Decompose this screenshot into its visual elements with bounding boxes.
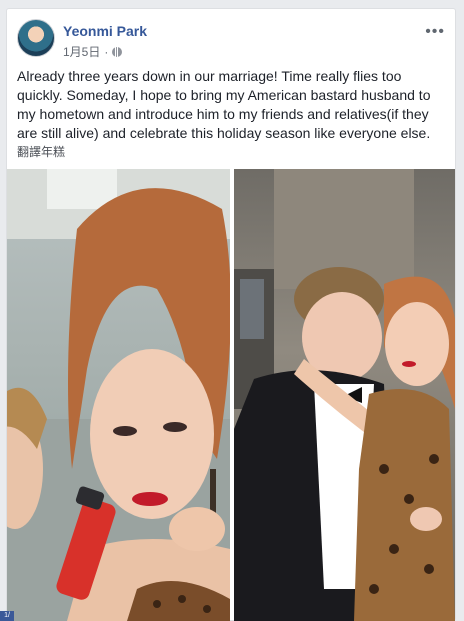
author-name[interactable]: Yeonmi Park	[63, 23, 147, 39]
post-date[interactable]: 1月5日	[63, 43, 100, 60]
photo-right-illustration	[234, 169, 455, 621]
post-card: Yeonmi Park 1月5日 · ••• Already three yea…	[6, 8, 456, 621]
more-options-icon[interactable]: •••	[425, 23, 445, 41]
globe-icon[interactable]	[112, 46, 123, 57]
translate-link[interactable]: 翻譯年糕	[17, 143, 65, 160]
post-meta: 1月5日 ·	[63, 43, 123, 60]
post-text: Already three years down in our marriage…	[17, 68, 431, 141]
photo-left[interactable]	[7, 169, 230, 621]
photo-grid	[7, 169, 455, 621]
avatar[interactable]	[17, 19, 55, 57]
corner-tag: 1/	[0, 611, 14, 621]
post-header: Yeonmi Park 1月5日 · •••	[17, 19, 445, 63]
meta-separator: ·	[104, 44, 109, 59]
photo-right[interactable]	[234, 169, 455, 621]
photo-left-illustration	[7, 169, 230, 621]
